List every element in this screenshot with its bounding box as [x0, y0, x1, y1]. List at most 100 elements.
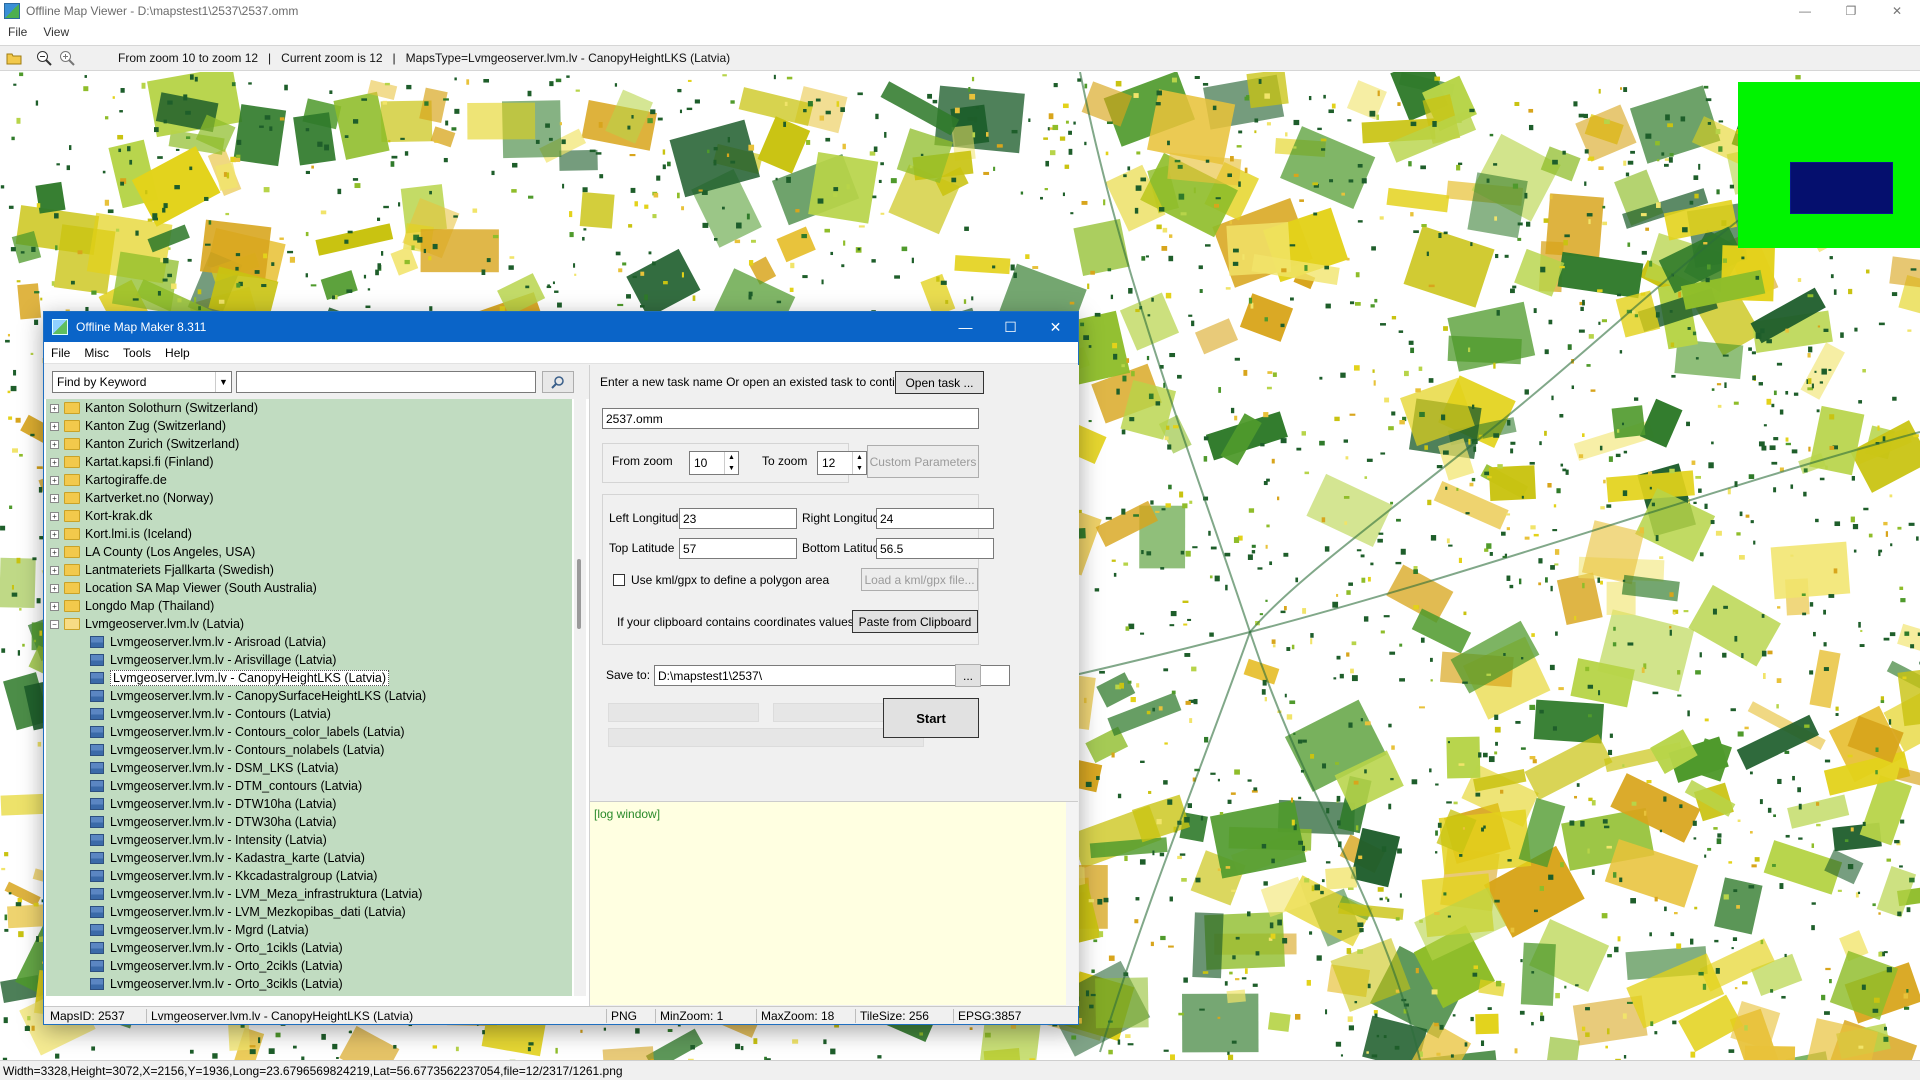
task-name-input[interactable]: 2537.omm [602, 408, 979, 429]
paste-clipboard-button[interactable]: Paste from Clipboard [852, 610, 978, 633]
top-latitude-input[interactable]: 57 [679, 538, 797, 559]
log-scrollbar[interactable] [1066, 802, 1078, 1006]
from-zoom-spinner[interactable]: 10 ▲ ▼ [689, 451, 739, 475]
tree-map-item[interactable]: Lvmgeoserver.lvm.lv - CanopyHeightLKS (L… [46, 669, 572, 687]
map-speckle [1670, 342, 1675, 348]
spin-up-icon[interactable]: ▲ [853, 452, 866, 463]
tree-map-item[interactable]: Lvmgeoserver.lvm.lv - Orto_1cikls (Latvi… [46, 939, 572, 957]
tree-folder[interactable]: + Location SA Map Viewer (South Australia… [46, 579, 572, 597]
log-window[interactable]: [log window] [590, 801, 1078, 1006]
map-speckle [212, 1053, 218, 1059]
open-task-button[interactable]: Open task ... [895, 371, 984, 394]
start-button[interactable]: Start [883, 698, 979, 738]
collapse-icon[interactable]: − [50, 619, 59, 629]
dialog-maximize-button[interactable]: ☐ [988, 312, 1033, 342]
search-button[interactable] [542, 371, 574, 393]
expand-icon[interactable]: + [50, 583, 59, 593]
map-speckle [1875, 770, 1878, 775]
tree-scrollbar-thumb[interactable] [577, 559, 581, 629]
menu-file[interactable]: File [0, 25, 35, 39]
tree-folder[interactable]: + Kanton Solothurn (Switzerland) [46, 399, 572, 417]
tree-folder[interactable]: + Kartverket.no (Norway) [46, 489, 572, 507]
dialog-menu-help[interactable]: Help [158, 346, 197, 360]
tree-map-item[interactable]: Lvmgeoserver.lvm.lv - DTW30ha (Latvia) [46, 813, 572, 831]
tree-folder[interactable]: + LA County (Los Angeles, USA) [46, 543, 572, 561]
top-latitude-label: Top Latitude [609, 541, 675, 555]
map-speckle [1529, 704, 1536, 710]
map-speckle [1489, 133, 1494, 137]
expand-icon[interactable]: + [50, 547, 59, 557]
tree-map-item[interactable]: Lvmgeoserver.lvm.lv - Kkcadastralgroup (… [46, 867, 572, 885]
tree-map-item[interactable]: Lvmgeoserver.lvm.lv - Orto_2cikls (Latvi… [46, 957, 572, 975]
spin-down-icon[interactable]: ▼ [853, 463, 866, 474]
map-source-tree[interactable]: + Kanton Solothurn (Switzerland) + Kanton Z… [46, 399, 572, 996]
dialog-menu-file[interactable]: File [44, 346, 77, 360]
custom-parameters-button[interactable]: Custom Parameters [867, 445, 979, 478]
dialog-close-button[interactable]: ✕ [1033, 312, 1078, 342]
tree-map-item[interactable]: Lvmgeoserver.lvm.lv - LVM_Meza_infrastru… [46, 885, 572, 903]
tree-folder[interactable]: + Kort.lmi.is (Iceland) [46, 525, 572, 543]
minimap-viewport[interactable] [1790, 162, 1893, 214]
load-kml-button[interactable]: Load a kml/gpx file... [861, 568, 978, 591]
expand-icon[interactable]: + [50, 601, 59, 611]
tree-map-item[interactable]: Lvmgeoserver.lvm.lv - Arisvillage (Latvi… [46, 651, 572, 669]
kml-checkbox[interactable] [613, 574, 625, 586]
folder-open-icon[interactable] [5, 49, 23, 67]
tree-folder[interactable]: + Kartogiraffe.de [46, 471, 572, 489]
to-zoom-spinner[interactable]: 12 ▲ ▼ [817, 451, 867, 475]
tree-map-item[interactable]: Lvmgeoserver.lvm.lv - DTW10ha (Latvia) [46, 795, 572, 813]
tree-map-item[interactable]: Lvmgeoserver.lvm.lv - Arisroad (Latvia) [46, 633, 572, 651]
tree-map-item[interactable]: Lvmgeoserver.lvm.lv - CanopySurfaceHeigh… [46, 687, 572, 705]
tree-map-item[interactable]: Lvmgeoserver.lvm.lv - Contours_color_lab… [46, 723, 572, 741]
spin-down-icon[interactable]: ▼ [725, 463, 738, 474]
tree-folder[interactable]: + Lantmateriets Fjallkarta (Swedish) [46, 561, 572, 579]
bottom-latitude-input[interactable]: 56.5 [876, 538, 994, 559]
spin-up-icon[interactable]: ▲ [725, 452, 738, 463]
browse-button[interactable]: ... [955, 664, 981, 687]
tree-scrollbar[interactable] [574, 399, 586, 996]
maximize-button[interactable]: ❐ [1828, 0, 1874, 22]
tree-map-item[interactable]: Lvmgeoserver.lvm.lv - Contours (Latvia) [46, 705, 572, 723]
menu-view[interactable]: View [35, 25, 77, 39]
right-longitude-input[interactable]: 24 [876, 508, 994, 529]
tree-folder[interactable]: + Longdo Map (Thailand) [46, 597, 572, 615]
tree-map-item[interactable]: Lvmgeoserver.lvm.lv - Contours_nolabels … [46, 741, 572, 759]
tree-map-item[interactable]: Lvmgeoserver.lvm.lv - DSM_LKS (Latvia) [46, 759, 572, 777]
tree-folder[interactable]: + Kort-krak.dk [46, 507, 572, 525]
expand-icon[interactable]: + [50, 421, 59, 431]
tree-map-item[interactable]: Lvmgeoserver.lvm.lv - Mgrd (Latvia) [46, 921, 572, 939]
map-speckle [992, 265, 996, 269]
expand-icon[interactable]: + [50, 439, 59, 449]
map-speckle [1469, 482, 1474, 487]
zoom-out-icon[interactable] [35, 49, 53, 67]
keyword-input[interactable] [236, 371, 536, 393]
expand-icon[interactable]: + [50, 403, 59, 413]
minimize-button[interactable]: — [1782, 0, 1828, 22]
expand-icon[interactable]: + [50, 511, 59, 521]
map-speckle [1531, 633, 1535, 637]
tree-map-item[interactable]: Lvmgeoserver.lvm.lv - Intensity (Latvia) [46, 831, 572, 849]
left-longitude-input[interactable]: 23 [679, 508, 797, 529]
zoom-in-icon[interactable] [58, 49, 76, 67]
tree-folder-open[interactable]: − Lvmgeoserver.lvm.lv (Latvia) [46, 615, 572, 633]
expand-icon[interactable]: + [50, 457, 59, 467]
tree-map-item[interactable]: Lvmgeoserver.lvm.lv - Orto_3cikls (Latvi… [46, 975, 572, 993]
tree-map-item[interactable]: Lvmgeoserver.lvm.lv - Kadastra_karte (La… [46, 849, 572, 867]
expand-icon[interactable]: + [50, 493, 59, 503]
minimap[interactable] [1738, 82, 1920, 248]
tree-map-item[interactable]: Lvmgeoserver.lvm.lv - LVM_Mezkopibas_dat… [46, 903, 572, 921]
expand-icon[interactable]: + [50, 475, 59, 485]
tree-folder[interactable]: + Kanton Zug (Switzerland) [46, 417, 572, 435]
left-longitude-label: Left Longitude [609, 511, 686, 525]
expand-icon[interactable]: + [50, 529, 59, 539]
close-button[interactable]: ✕ [1874, 0, 1920, 22]
tree-map-item[interactable]: Lvmgeoserver.lvm.lv - DTM_contours (Latv… [46, 777, 572, 795]
dialog-menu-tools[interactable]: Tools [116, 346, 158, 360]
dialog-minimize-button[interactable]: — [943, 312, 988, 342]
tree-folder[interactable]: + Kartat.kapsi.fi (Finland) [46, 453, 572, 471]
expand-icon[interactable]: + [50, 565, 59, 575]
dialog-menu-misc[interactable]: Misc [77, 346, 116, 360]
search-mode-select[interactable]: Find by Keyword ▼ [52, 371, 232, 393]
tree-folder[interactable]: + Kanton Zurich (Switzerland) [46, 435, 572, 453]
map-speckle [1488, 756, 1495, 763]
